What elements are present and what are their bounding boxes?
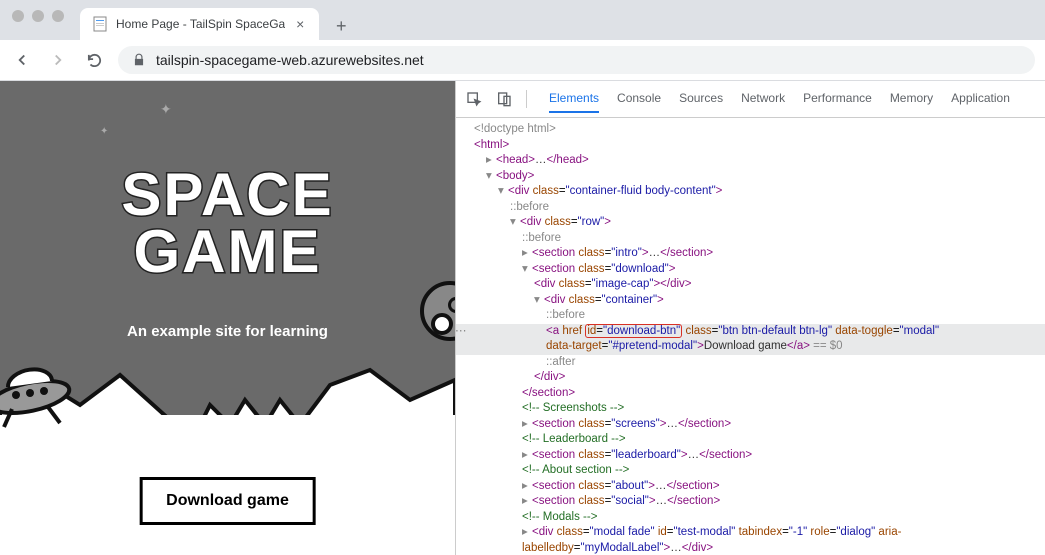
dom-line[interactable]: ▸<div class="modal fade" id="test-modal"… bbox=[456, 525, 1045, 541]
reload-button[interactable] bbox=[82, 48, 106, 72]
tab-title: Home Page - TailSpin SpaceGa bbox=[116, 17, 285, 31]
tab-elements[interactable]: Elements bbox=[549, 85, 599, 113]
tab-sources[interactable]: Sources bbox=[679, 85, 723, 113]
star-icon: ✦ bbox=[160, 101, 172, 118]
devtools-panel: Elements Console Sources Network Perform… bbox=[455, 81, 1045, 555]
forward-button[interactable] bbox=[46, 48, 70, 72]
tab-performance[interactable]: Performance bbox=[803, 85, 872, 113]
dom-line[interactable]: </div> bbox=[456, 370, 1045, 386]
dom-line[interactable]: <!doctype html> bbox=[456, 122, 1045, 138]
dom-line[interactable]: ▾<body> bbox=[456, 169, 1045, 185]
tab-application[interactable]: Application bbox=[951, 85, 1010, 113]
dom-line[interactable]: ▸<section class="social">…</section> bbox=[456, 494, 1045, 510]
dom-comment[interactable]: <!-- Screenshots --> bbox=[456, 401, 1045, 417]
planet-icon bbox=[420, 281, 455, 341]
dom-line[interactable]: ▸<head>…</head> bbox=[456, 153, 1045, 169]
browser-chrome: Home Page - TailSpin SpaceGa × + tailspi… bbox=[0, 0, 1045, 81]
devtools-header: Elements Console Sources Network Perform… bbox=[456, 81, 1045, 118]
dom-line[interactable]: ▸<section class="intro">…</section> bbox=[456, 246, 1045, 262]
device-toggle-icon[interactable] bbox=[496, 91, 512, 107]
dom-line[interactable]: </section> bbox=[456, 386, 1045, 402]
url-text: tailspin-spacegame-web.azurewebsites.net bbox=[156, 52, 424, 68]
window-controls bbox=[0, 0, 76, 22]
dom-line[interactable]: ▾<div class="row"> bbox=[456, 215, 1045, 231]
dom-line[interactable]: ::before bbox=[456, 308, 1045, 324]
tab-memory[interactable]: Memory bbox=[890, 85, 933, 113]
back-button[interactable] bbox=[10, 48, 34, 72]
dom-line[interactable]: ::after bbox=[456, 355, 1045, 371]
window-minimize-icon[interactable] bbox=[32, 10, 44, 22]
dom-line[interactable]: labelledby="myModalLabel">…</div> bbox=[456, 541, 1045, 555]
tab-close-icon[interactable]: × bbox=[293, 17, 307, 31]
address-bar[interactable]: tailspin-spacegame-web.azurewebsites.net bbox=[118, 46, 1035, 74]
hero-title: SPACE GAME bbox=[121, 166, 333, 280]
dom-comment[interactable]: <!-- Modals --> bbox=[456, 510, 1045, 526]
new-tab-button[interactable]: + bbox=[327, 12, 355, 40]
ufo-icon bbox=[0, 365, 85, 435]
dom-line[interactable]: ::before bbox=[456, 200, 1045, 216]
dom-line[interactable]: ▾<section class="download"> bbox=[456, 262, 1045, 278]
dom-line[interactable]: ▾<div class="container"> bbox=[456, 293, 1045, 309]
browser-toolbar: tailspin-spacegame-web.azurewebsites.net bbox=[0, 40, 1045, 81]
dom-line[interactable]: ▸<section class="leaderboard">…</section… bbox=[456, 448, 1045, 464]
lock-icon bbox=[132, 53, 146, 67]
tab-bar: Home Page - TailSpin SpaceGa × + bbox=[0, 0, 1045, 40]
dom-line[interactable]: ::before bbox=[456, 231, 1045, 247]
window-maximize-icon[interactable] bbox=[52, 10, 64, 22]
star-icon: ✦ bbox=[100, 126, 108, 137]
download-game-button[interactable]: Download game bbox=[139, 477, 316, 525]
dom-line[interactable]: <div class="image-cap"></div> bbox=[456, 277, 1045, 293]
inspect-element-icon[interactable] bbox=[466, 91, 482, 107]
dom-line-selected[interactable]: data-target="#pretend-modal">Download ga… bbox=[456, 339, 1045, 355]
content-area: ✦ ✦ SPACE GAME An example site for learn… bbox=[0, 81, 1045, 555]
page-favicon-icon bbox=[92, 16, 108, 32]
browser-tab[interactable]: Home Page - TailSpin SpaceGa × bbox=[80, 8, 319, 40]
tab-console[interactable]: Console bbox=[617, 85, 661, 113]
dom-line[interactable]: ▾<div class="container-fluid body-conten… bbox=[456, 184, 1045, 200]
devtools-tabs: Elements Console Sources Network Perform… bbox=[549, 85, 1010, 113]
dom-comment[interactable]: <!-- About section --> bbox=[456, 463, 1045, 479]
rendered-page: ✦ ✦ SPACE GAME An example site for learn… bbox=[0, 81, 455, 555]
dom-line-selected[interactable]: ⋯<a href id="download-btn" class="btn bt… bbox=[456, 324, 1045, 340]
dom-line[interactable]: ▸<section class="about">…</section> bbox=[456, 479, 1045, 495]
hero-subtitle: An example site for learning bbox=[127, 323, 328, 340]
tab-network[interactable]: Network bbox=[741, 85, 785, 113]
window-close-icon[interactable] bbox=[12, 10, 24, 22]
dom-comment[interactable]: <!-- Leaderboard --> bbox=[456, 432, 1045, 448]
dom-line[interactable]: <html> bbox=[456, 138, 1045, 154]
elements-tree[interactable]: <!doctype html> <html> ▸<head>…</head> ▾… bbox=[456, 118, 1045, 555]
dom-line[interactable]: ▸<section class="screens">…</section> bbox=[456, 417, 1045, 433]
